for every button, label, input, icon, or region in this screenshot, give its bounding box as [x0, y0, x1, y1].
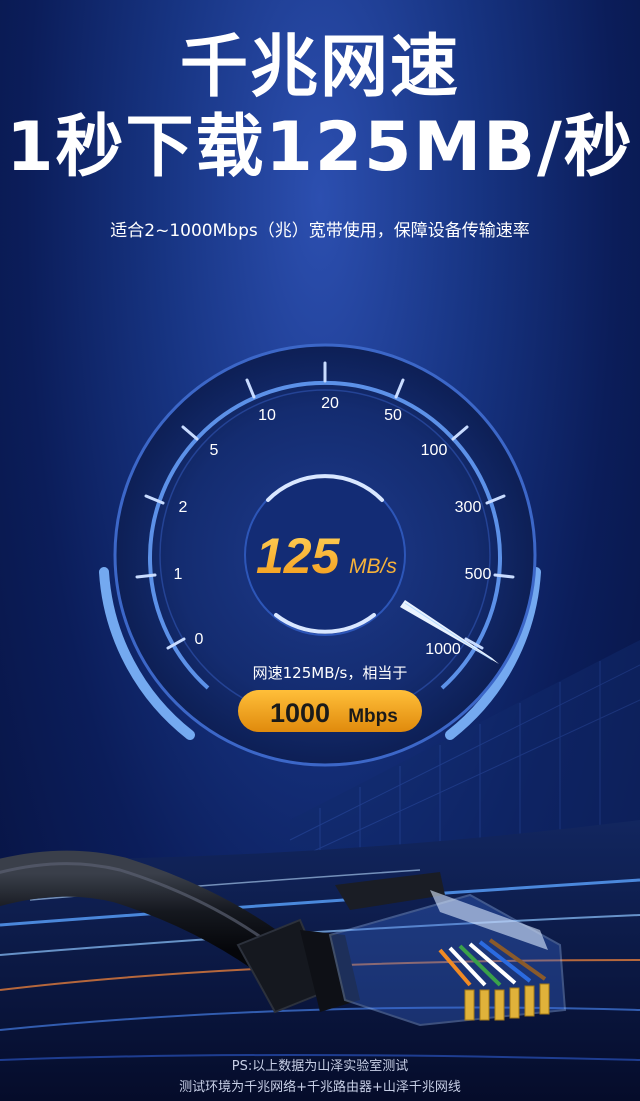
tick-label: 2 — [179, 499, 188, 516]
tick-label: 500 — [465, 566, 492, 583]
tick-label: 300 — [455, 499, 482, 516]
tick-label: 5 — [210, 442, 219, 459]
tick-label: 50 — [384, 407, 402, 424]
subtitle: 适合2~1000Mbps（兆）宽带使用，保障设备传输速率 — [110, 221, 530, 241]
speed-unit: MB/s — [349, 555, 397, 578]
badge-unit: Mbps — [348, 706, 398, 727]
badge-value: 1000 — [270, 698, 330, 728]
product-banner: 0 1 2 5 10 20 50 100 300 500 1000 125 MB… — [0, 0, 640, 1101]
tick-label: 20 — [321, 395, 339, 412]
headline-line-2: 1秒下载125MB/秒 — [6, 108, 634, 187]
speed-note: 网速125MB/s，相当于 — [253, 664, 408, 682]
headline-line-1: 千兆网速 — [179, 28, 460, 107]
speed-value: 125 — [256, 528, 341, 584]
tick-label: 10 — [258, 407, 276, 424]
tick-label: 1000 — [425, 641, 461, 658]
tick-label: 1 — [174, 566, 183, 583]
footer-note-1: PS:以上数据为山泽实验室测试 — [231, 1059, 409, 1074]
tick-label: 0 — [195, 631, 204, 648]
tick-label: 100 — [421, 442, 448, 459]
footer-note-2: 测试环境为千兆网络+千兆路由器+山泽千兆网线 — [179, 1080, 461, 1095]
